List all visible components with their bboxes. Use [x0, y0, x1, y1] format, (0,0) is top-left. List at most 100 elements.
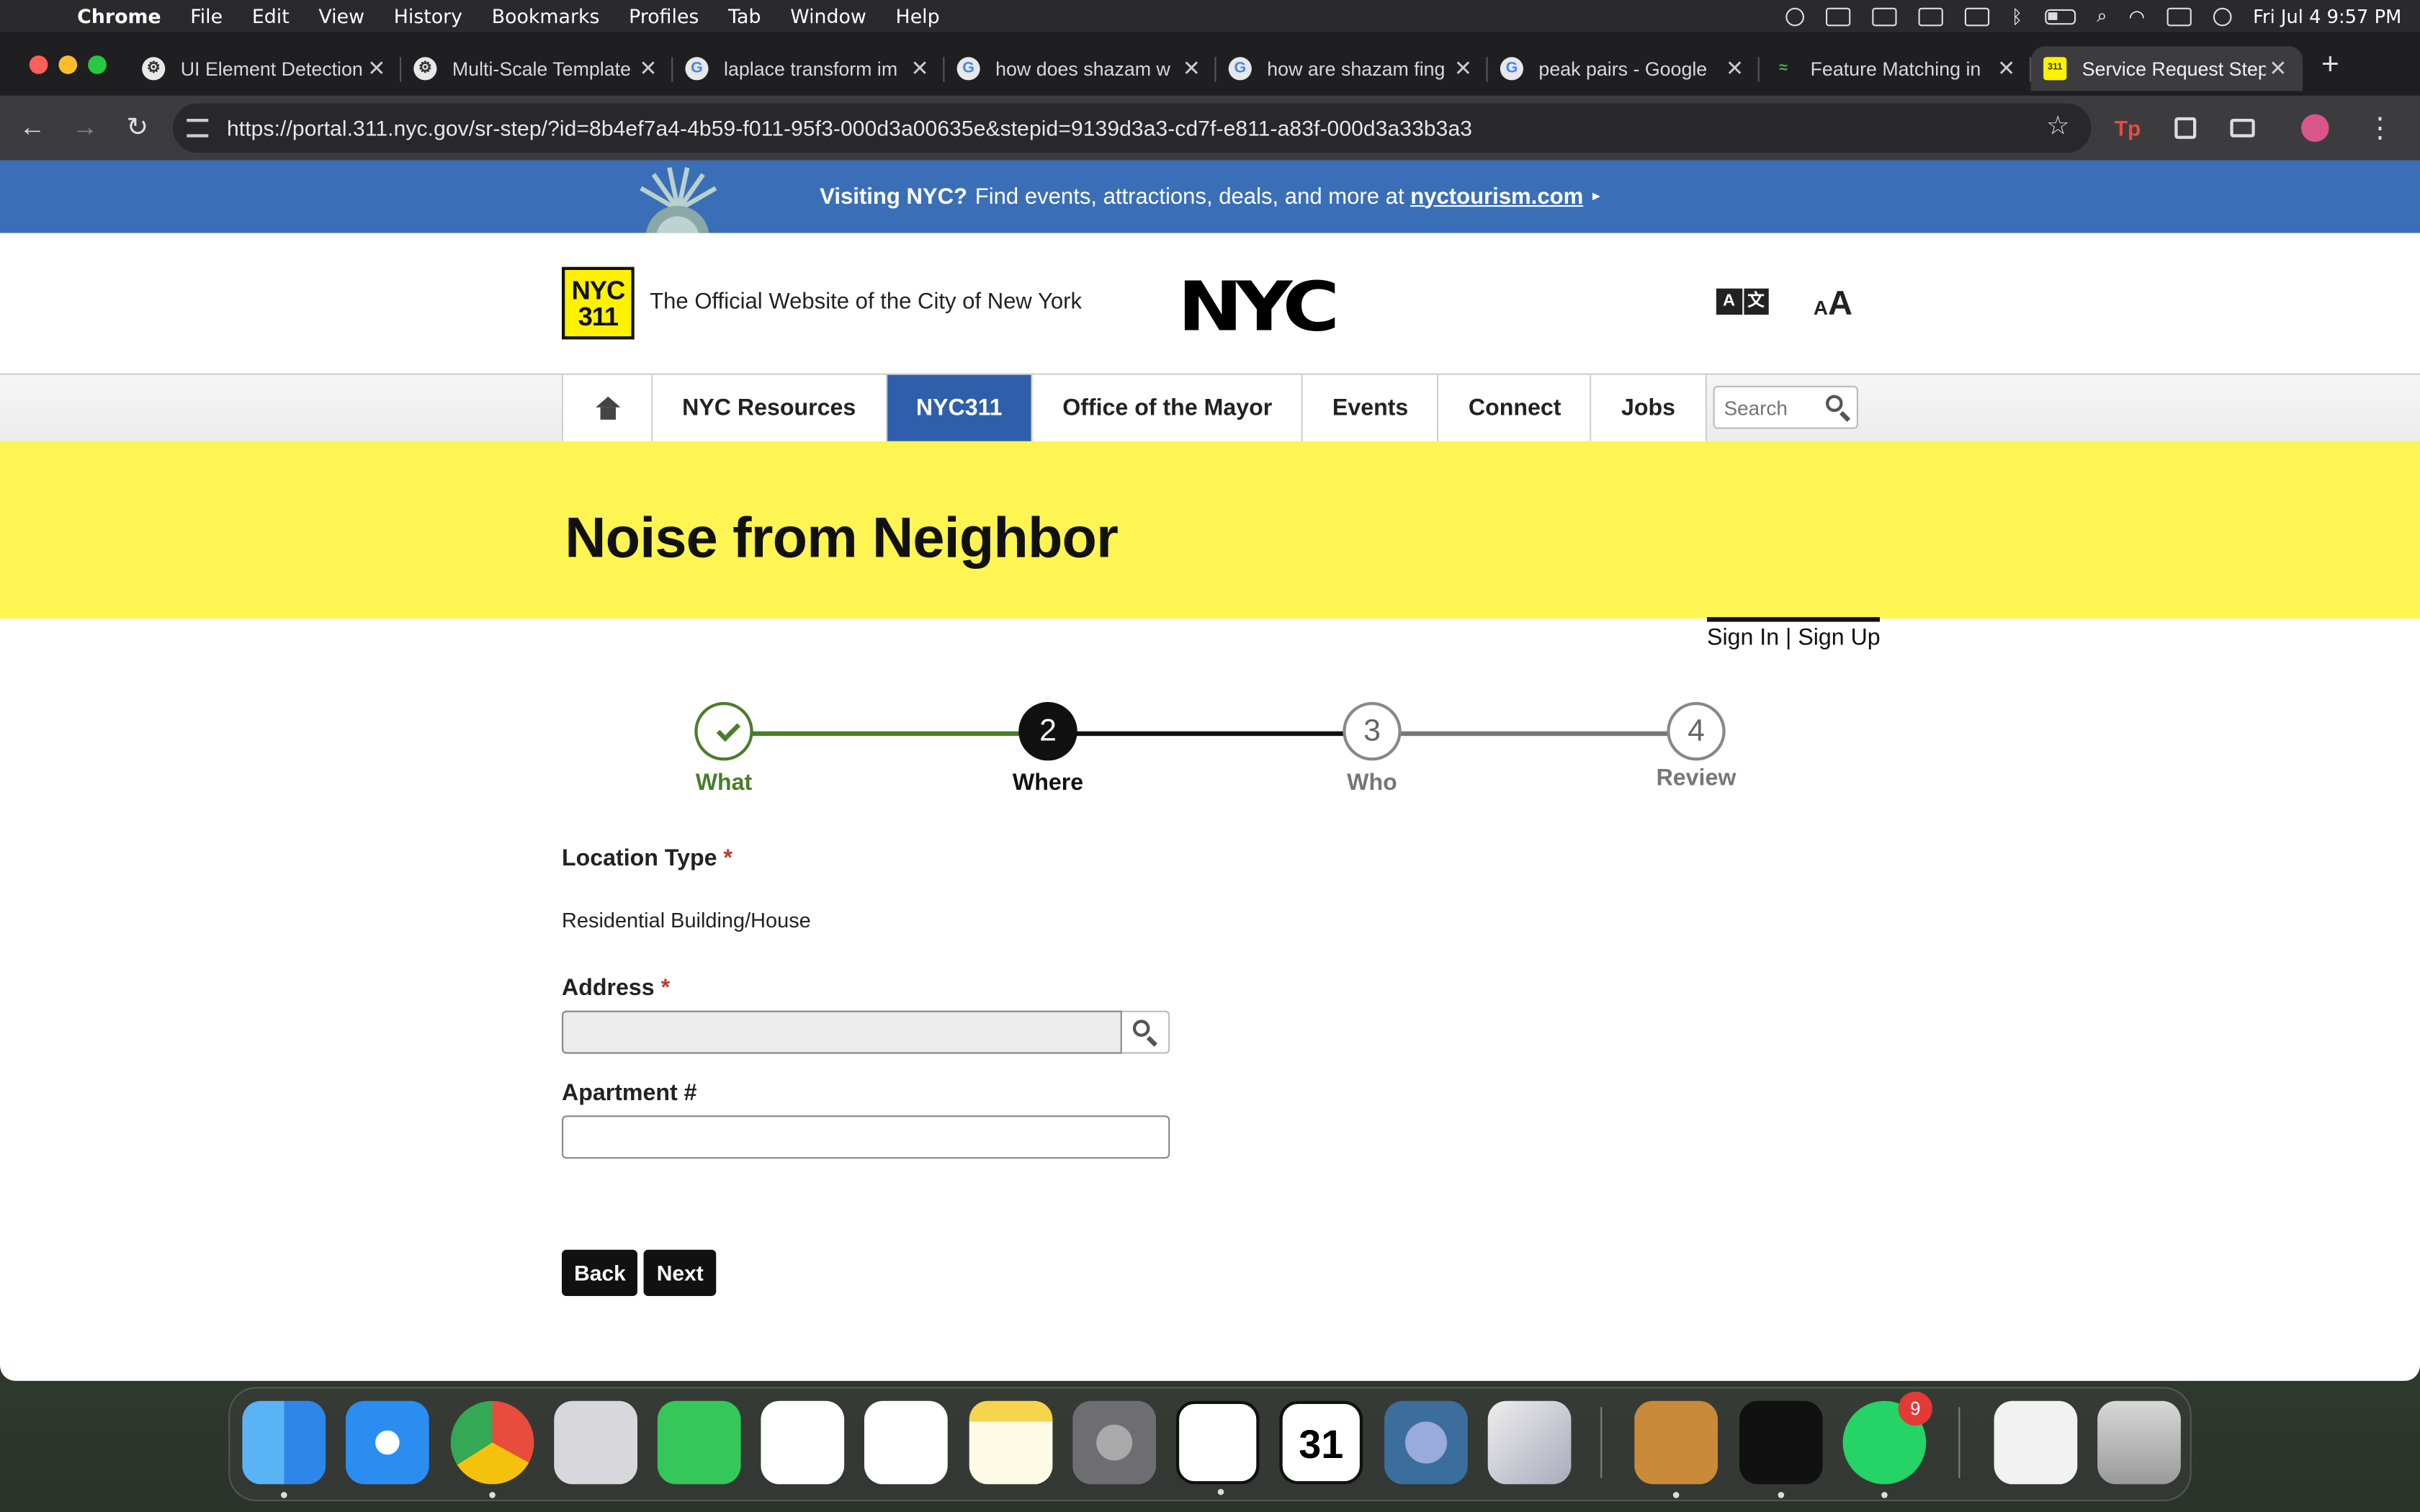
reload-icon[interactable]: ↻	[111, 112, 163, 143]
tab-title: Service Request Step	[2081, 58, 2266, 80]
dock-quicktime[interactable]	[1384, 1400, 1468, 1485]
new-tab-button[interactable]: +	[2321, 48, 2339, 95]
nav-connect[interactable]: Connect	[1439, 374, 1592, 441]
tab-close-icon[interactable]: ✕	[636, 55, 660, 81]
menu-file[interactable]: File	[190, 4, 223, 27]
wifi-icon[interactable]: ◠	[2129, 6, 2145, 27]
screen: Chrome File Edit View History Bookmarks …	[0, 0, 2420, 1512]
tab-close-icon[interactable]: ✕	[364, 55, 389, 81]
chrome-menu-icon[interactable]: ⋮	[2366, 112, 2394, 144]
dock-iphone-mirroring[interactable]	[1487, 1400, 1572, 1485]
dock-finder[interactable]	[242, 1400, 326, 1498]
menu-profiles[interactable]: Profiles	[629, 4, 699, 27]
input-source-icon[interactable]	[1965, 6, 1990, 26]
back-arrow-icon[interactable]: ←	[6, 112, 59, 143]
menu-view[interactable]: View	[318, 4, 364, 27]
apartment-input[interactable]	[562, 1115, 1170, 1159]
translate-icon[interactable]: A 文	[1716, 288, 1770, 320]
forward-arrow-icon[interactable]: →	[58, 112, 111, 143]
dock-bear[interactable]	[1634, 1400, 1718, 1498]
dock-notion[interactable]	[1175, 1400, 1260, 1495]
menu-edit[interactable]: Edit	[252, 4, 290, 27]
dock-safari[interactable]	[346, 1400, 429, 1485]
back-button[interactable]: Back	[562, 1249, 639, 1296]
dock-document[interactable]	[1994, 1400, 2078, 1485]
step-what-circle	[694, 701, 753, 761]
nav-jobs[interactable]: Jobs	[1592, 374, 1706, 441]
dock-slack[interactable]	[864, 1400, 948, 1485]
nyctourism-link[interactable]: nyctourism.com	[1410, 184, 1583, 209]
nyc-logo[interactable]: NYC	[1178, 269, 1340, 347]
menu-app-name[interactable]: Chrome	[77, 4, 161, 27]
search-input[interactable]	[1724, 395, 1820, 419]
siri-icon[interactable]	[2213, 6, 2232, 26]
sign-in-link[interactable]: Sign In	[1707, 625, 1779, 651]
address-bar[interactable]: https://portal.311.nyc.gov/sr-step/?id=8…	[173, 103, 2092, 153]
nav-events[interactable]: Events	[1303, 374, 1440, 441]
address-search-button[interactable]	[1121, 1010, 1170, 1054]
storage-status-icon[interactable]	[1786, 6, 1805, 26]
control-center-icon[interactable]	[2166, 6, 2192, 26]
dock-trash[interactable]	[2097, 1400, 2181, 1485]
sign-up-link[interactable]: Sign Up	[1798, 625, 1880, 651]
grid-status-icon[interactable]	[1873, 6, 1898, 26]
url-text[interactable]: https://portal.311.nyc.gov/sr-step/?id=8…	[227, 116, 1472, 140]
menubar-clock[interactable]: Fri Jul 4 9:57 PM	[2253, 6, 2401, 27]
spotlight-search-icon[interactable]: ⌕	[2097, 4, 2107, 27]
menu-help[interactable]: Help	[896, 4, 940, 27]
tp-extension-icon[interactable]: Tp	[2115, 116, 2141, 140]
tab-close-icon[interactable]: ✕	[1722, 55, 1747, 81]
browser-tab[interactable]: ≈ Feature Matching in ✕	[1760, 46, 2031, 91]
dock-cursor[interactable]	[1739, 1400, 1823, 1498]
dock-messages[interactable]	[657, 1400, 741, 1485]
nav-nyc-resources[interactable]: NYC Resources	[653, 374, 887, 441]
apple-menu-icon[interactable]	[28, 6, 50, 27]
browser-tab[interactable]: 311 Service Request Step ✕	[2031, 46, 2303, 91]
menu-bookmarks[interactable]: Bookmarks	[492, 4, 600, 27]
tab-close-icon[interactable]: ✕	[1994, 55, 2019, 81]
extensions-puzzle-icon[interactable]	[2174, 117, 2197, 139]
dock-chrome[interactable]	[450, 1400, 534, 1498]
home-nav-button[interactable]	[563, 374, 653, 441]
nyc311-logo[interactable]: NYC 311	[562, 266, 635, 340]
dock-launchpad[interactable]	[554, 1400, 637, 1485]
keyboard-status-icon[interactable]	[1826, 6, 1852, 26]
menu-tab[interactable]: Tab	[728, 4, 761, 27]
text-size-icon[interactable]: AA	[1814, 284, 1852, 324]
dock-whatsapp[interactable]: 9	[1842, 1391, 1932, 1498]
tab-close-icon[interactable]: ✕	[1451, 55, 1475, 81]
minimize-window-button[interactable]	[58, 55, 78, 74]
macos-dock: 31 9	[228, 1387, 2192, 1501]
nav-office-of-the-mayor[interactable]: Office of the Mayor	[1033, 374, 1304, 441]
step-what[interactable]: What	[693, 701, 755, 796]
browser-tab[interactable]: Ghow does shazam w ✕	[944, 46, 1216, 91]
profile-avatar[interactable]	[2301, 114, 2329, 143]
close-window-button[interactable]	[29, 55, 48, 74]
notion-status-icon[interactable]	[1919, 6, 1944, 26]
reading-mode-icon[interactable]	[2230, 119, 2255, 138]
site-info-icon[interactable]	[187, 119, 209, 138]
next-button[interactable]: Next	[644, 1249, 716, 1296]
browser-tab[interactable]: ⚙ Multi-Scale Template ✕	[401, 46, 673, 91]
menu-history[interactable]: History	[394, 4, 462, 27]
search-icon[interactable]	[1826, 395, 1850, 420]
bluetooth-icon[interactable]: ᛒ	[2012, 6, 2022, 27]
page-title: Noise from Neighbor	[565, 505, 1119, 570]
tab-close-icon[interactable]: ✕	[2266, 55, 2290, 81]
browser-tab[interactable]: ⚙ UI Element Detection ✕	[130, 46, 402, 91]
dock-notion-calendar[interactable]: 31	[1279, 1400, 1363, 1485]
browser-tab[interactable]: Glaplace transform im ✕	[673, 46, 945, 91]
browser-tab[interactable]: Ghow are shazam fing ✕	[1216, 46, 1488, 91]
zoom-window-button[interactable]	[88, 55, 107, 74]
browser-tab[interactable]: Gpeak pairs - Google ✕	[1488, 46, 1760, 91]
battery-icon[interactable]	[2044, 8, 2076, 24]
dock-notes[interactable]	[969, 1400, 1053, 1485]
dock-system-settings[interactable]	[1072, 1400, 1156, 1485]
nav-nyc311[interactable]: NYC311	[887, 374, 1034, 441]
address-input[interactable]	[562, 1010, 1122, 1054]
bookmark-star-icon[interactable]: ☆	[2046, 111, 2070, 142]
dock-jira[interactable]	[761, 1400, 845, 1485]
tab-close-icon[interactable]: ✕	[1179, 55, 1204, 81]
tab-close-icon[interactable]: ✕	[908, 55, 932, 81]
menu-window[interactable]: Window	[790, 4, 866, 27]
